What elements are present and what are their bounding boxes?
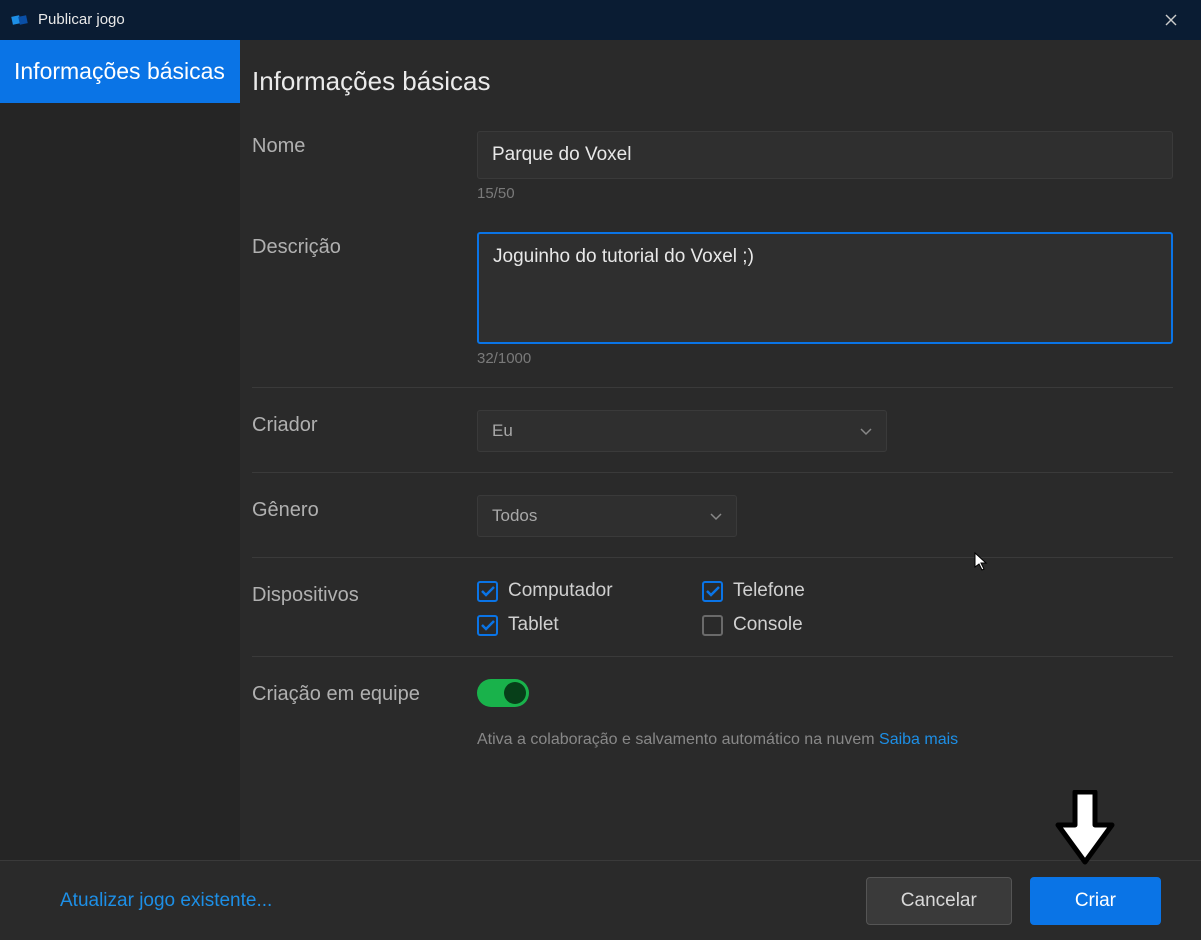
row-description: Descrição 32/1000 (252, 222, 1173, 387)
name-counter: 15/50 (477, 185, 1173, 202)
page-title: Informações básicas (252, 66, 1173, 97)
device-label: Telefone (733, 580, 805, 602)
checkbox-icon (477, 581, 498, 602)
team-create-description: Ativa a colaboração e salvamento automát… (477, 731, 875, 748)
sidebar: Informações básicas (0, 40, 240, 860)
device-checkbox-computer[interactable]: Computador (477, 580, 702, 602)
creator-selected-value: Eu (492, 421, 513, 441)
update-existing-link[interactable]: Atualizar jogo existente... (60, 890, 272, 912)
label-devices: Dispositivos (252, 580, 477, 636)
label-name: Nome (252, 131, 477, 202)
label-genre: Gênero (252, 495, 477, 537)
chevron-down-icon (860, 424, 872, 439)
row-team-create: Criação em equipe Ativa a colaboração e … (252, 656, 1173, 809)
titlebar: Publicar jogo (0, 0, 1201, 40)
close-icon (1165, 14, 1177, 26)
label-team-create: Criação em equipe (252, 679, 477, 749)
learn-more-link[interactable]: Saiba mais (879, 731, 958, 748)
team-create-toggle[interactable] (477, 679, 529, 707)
description-input[interactable] (477, 232, 1173, 344)
device-checkbox-tablet[interactable]: Tablet (477, 614, 702, 636)
device-label: Tablet (508, 614, 559, 636)
description-counter: 32/1000 (477, 350, 1173, 367)
toggle-knob (504, 682, 526, 704)
checkbox-icon (702, 581, 723, 602)
genre-selected-value: Todos (492, 506, 537, 526)
label-creator: Criador (252, 410, 477, 452)
label-description: Descrição (252, 232, 477, 367)
genre-select[interactable]: Todos (477, 495, 737, 537)
app-icon (10, 10, 30, 30)
row-creator: Criador Eu (252, 387, 1173, 472)
device-label: Computador (508, 580, 613, 602)
checkbox-icon (477, 615, 498, 636)
sidebar-tab-basic-info[interactable]: Informações básicas (0, 40, 240, 103)
cancel-button[interactable]: Cancelar (866, 877, 1012, 925)
window-title: Publicar jogo (38, 11, 1151, 28)
content-panel: Informações básicas Nome 15/50 Descrição… (240, 40, 1201, 860)
checkbox-icon (702, 615, 723, 636)
row-name: Nome 15/50 (252, 121, 1173, 222)
device-label: Console (733, 614, 803, 636)
row-devices: Dispositivos Computador (252, 557, 1173, 656)
device-checkbox-phone[interactable]: Telefone (702, 580, 927, 602)
chevron-down-icon (710, 509, 722, 524)
creator-select[interactable]: Eu (477, 410, 887, 452)
device-checkbox-console[interactable]: Console (702, 614, 927, 636)
create-button[interactable]: Criar (1030, 877, 1161, 925)
close-button[interactable] (1151, 0, 1191, 40)
row-genre: Gênero Todos (252, 472, 1173, 557)
footer: Atualizar jogo existente... Cancelar Cri… (0, 860, 1201, 940)
name-input[interactable] (477, 131, 1173, 179)
